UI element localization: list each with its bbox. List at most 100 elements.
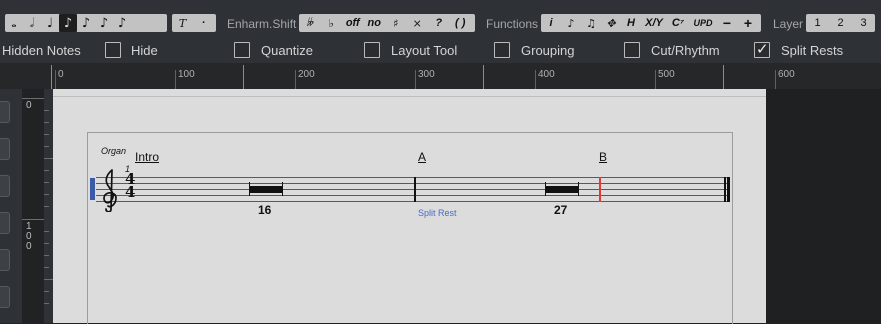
hide-checkbox[interactable] — [105, 42, 121, 58]
side-tab[interactable] — [0, 101, 10, 123]
grouping-checkbox[interactable] — [494, 42, 510, 58]
rest-count: 16 — [258, 203, 272, 217]
score-toolbar: 𝅝 𝅗𝅥 ♩ ♪ ♪ ♪ ♪ T · Enharm.Shift 𝄫 ♭ off … — [0, 0, 881, 38]
function-buttons: i ♪ ♫ ✥ H X/Y C⁷ UPD − + — [541, 14, 761, 32]
vruler-minor-tick — [44, 170, 49, 171]
split-rests-label: Split Rests — [781, 43, 844, 58]
vruler-minor-tick — [44, 194, 49, 195]
sixteenth-note-icon[interactable]: ♪ — [77, 14, 95, 32]
quantize-checkbox[interactable] — [234, 42, 250, 58]
text-tools: T · — [172, 14, 216, 32]
double-sharp-icon[interactable]: × — [407, 14, 429, 32]
ruler-label: 100 — [178, 69, 195, 80]
side-tab[interactable] — [0, 212, 10, 234]
plus-button[interactable]: + — [737, 14, 759, 32]
enharmonic-shift-buttons: 𝄫 ♭ off no ♯ × ? ( ) — [299, 14, 475, 32]
left-gutter — [0, 89, 22, 323]
ruler-page-marker — [243, 65, 244, 89]
hide-function-button[interactable]: H — [621, 14, 641, 32]
vruler-minor-tick — [44, 110, 49, 111]
cut-rhythm-label: Cut/Rhythm — [651, 43, 720, 58]
xy-position-button[interactable]: X/Y — [641, 14, 667, 32]
canvas-right-margin — [766, 89, 881, 323]
score-page — [87, 132, 733, 324]
note-value-selector: 𝅝 𝅗𝅥 ♩ ♪ ♪ ♪ ♪ — [5, 14, 167, 32]
ruler-page-marker — [51, 65, 52, 89]
multi-measure-rest[interactable] — [546, 186, 578, 193]
horizontal-ruler[interactable]: 0 100 200 300 400 500 600 — [0, 63, 881, 89]
marker-intro[interactable]: Intro — [135, 150, 159, 164]
time-signature-bottom: 4 — [125, 183, 136, 201]
chord-symbol-button[interactable]: C⁷ — [667, 14, 689, 32]
update-button[interactable]: UPD — [689, 14, 717, 32]
info-icon[interactable]: i — [541, 14, 561, 32]
ruler-tick — [175, 70, 176, 89]
side-tab[interactable] — [0, 138, 10, 160]
layout-tool-checkbox[interactable] — [364, 42, 380, 58]
sixty-fourth-note-icon[interactable]: ♪ — [113, 14, 131, 32]
layer-1-button[interactable]: 1 — [806, 14, 829, 32]
layout-options-bar: Hidden Notes Hide Quantize Layout Tool G… — [0, 38, 881, 63]
quarter-note-icon[interactable]: ♩ — [41, 14, 59, 32]
dot-icon[interactable]: · — [193, 14, 214, 32]
vruler-mid-tick — [44, 158, 53, 159]
flip-stem-icon[interactable]: ♪ — [561, 14, 581, 32]
staff-line — [96, 183, 728, 184]
vruler-tick — [22, 219, 44, 220]
sharp-icon[interactable]: ♯ — [385, 14, 407, 32]
functions-label: Functions — [486, 17, 539, 31]
vruler-minor-tick — [44, 231, 49, 232]
brackets-icon[interactable]: ( ) — [450, 14, 472, 32]
vruler-minor-tick — [44, 122, 49, 123]
multirest-cap — [282, 182, 284, 196]
ruler-tick — [55, 70, 56, 89]
eighth-note-icon[interactable]: ♪ — [59, 14, 77, 32]
triplet-icon[interactable]: T — [172, 14, 193, 32]
vruler-minor-tick — [44, 206, 49, 207]
minus-button[interactable]: − — [717, 14, 737, 32]
ruler-page-marker — [723, 65, 724, 89]
layer-3-button[interactable]: 3 — [852, 14, 875, 32]
grouping-label: Grouping — [521, 43, 575, 58]
rest-count: 27 — [554, 203, 568, 217]
enharm-no-button[interactable]: no — [364, 14, 386, 32]
question-icon[interactable]: ? — [428, 14, 450, 32]
whole-note-icon[interactable]: 𝅝 — [5, 14, 23, 32]
instrument-name: Organ — [101, 146, 127, 156]
enharm-off-button[interactable]: off — [342, 14, 364, 32]
auto-layout-icon[interactable]: ✥ — [601, 14, 621, 32]
layer-label: Layer — [773, 17, 804, 31]
cut-rhythm-checkbox[interactable] — [624, 42, 640, 58]
quantize-label: Quantize — [261, 43, 314, 58]
thirty-second-note-icon[interactable]: ♪ — [95, 14, 113, 32]
vruler-minor-tick — [44, 146, 49, 147]
flat-icon[interactable]: ♭ — [321, 14, 343, 32]
side-tab[interactable] — [0, 175, 10, 197]
ruler-label: 200 — [298, 69, 315, 80]
ruler-tick — [415, 70, 416, 89]
hide-label: Hide — [131, 43, 158, 58]
side-tab[interactable] — [0, 286, 10, 308]
ruler-label: 600 — [778, 69, 795, 80]
vruler-minor-tick — [44, 243, 49, 244]
final-barline-thick — [727, 177, 730, 202]
vertical-ruler[interactable]: 0 1 0 0 — [22, 89, 44, 323]
layer-2-button[interactable]: 2 — [829, 14, 852, 32]
staff-selection-marker[interactable] — [90, 178, 95, 200]
ruler-label: 400 — [538, 69, 555, 80]
split-point-marker[interactable] — [599, 177, 601, 202]
half-note-icon[interactable]: 𝅗𝅥 — [23, 14, 41, 32]
double-flat-icon[interactable]: 𝄫 — [299, 14, 321, 32]
vruler-mid-tick — [44, 279, 53, 280]
ruler-label: 300 — [418, 69, 435, 80]
marker-b[interactable]: B — [599, 150, 607, 164]
side-tab[interactable] — [0, 249, 10, 271]
vruler-minor-tick — [44, 255, 49, 256]
split-rest-label: Split Rest — [418, 208, 457, 218]
group-notes-icon[interactable]: ♫ — [581, 14, 601, 32]
multi-measure-rest[interactable] — [250, 186, 282, 193]
ruler-tick — [535, 70, 536, 89]
marker-a[interactable]: A — [418, 150, 426, 164]
split-rests-checkbox[interactable] — [754, 40, 770, 58]
vruler-tick — [22, 98, 44, 99]
